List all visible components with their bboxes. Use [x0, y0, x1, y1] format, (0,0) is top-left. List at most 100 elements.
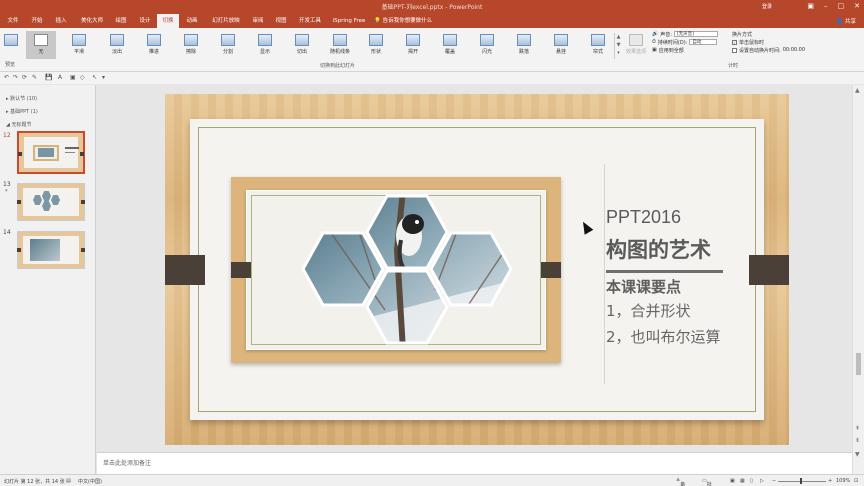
tab-review[interactable]: 审阅: [247, 14, 269, 28]
duration-input[interactable]: 自动: [689, 39, 718, 45]
gallery-scroll[interactable]: ▲ ▼ ▾: [614, 33, 622, 59]
transition-fade[interactable]: 淡出: [102, 31, 132, 59]
prev-slide-icon[interactable]: ⇞: [855, 425, 860, 432]
sound-select[interactable]: [无声音]: [673, 31, 718, 37]
transition-split-label: 分割: [222, 49, 233, 55]
transition-cover[interactable]: 覆盖: [435, 31, 465, 59]
transition-push[interactable]: 推进: [139, 31, 169, 59]
repeat-icon[interactable]: ⟳: [22, 74, 27, 81]
tell-me-text: 告诉我你想要做什么: [382, 18, 433, 24]
spellcheck-icon[interactable]: ▤: [66, 478, 71, 484]
after-checkbox[interactable]: [732, 47, 737, 53]
tab-developer[interactable]: 开发工具: [294, 14, 326, 28]
redo-icon[interactable]: ↷: [13, 74, 18, 81]
scroll-down-icon[interactable]: ▼: [855, 451, 860, 458]
tab-home[interactable]: 开始: [26, 14, 48, 28]
tab-file[interactable]: 文件: [2, 14, 24, 28]
effect-options-button[interactable]: 效果选项: [623, 31, 649, 59]
tab-view[interactable]: 视图: [270, 14, 292, 28]
sorter-view-icon[interactable]: ▦: [740, 478, 745, 484]
transition-wipe[interactable]: 擦除: [176, 31, 206, 59]
transition-morph[interactable]: 平滑: [64, 31, 94, 59]
close-icon[interactable]: ✕: [854, 2, 860, 10]
on-click-checkbox[interactable]: ✓: [732, 39, 737, 45]
tab-transitions[interactable]: 切换: [157, 14, 179, 28]
save-icon[interactable]: 💾: [45, 74, 52, 81]
section-basic-ppt[interactable]: ▸ 基础PPT (1): [6, 108, 38, 115]
slide-subtitle[interactable]: 本课课要点: [606, 276, 681, 297]
window-controls: ▣ – □ ✕: [807, 2, 860, 10]
reading-view-icon[interactable]: ▯: [750, 478, 753, 484]
section-untitled[interactable]: ◢ 无标题节: [6, 121, 31, 128]
picture-icon[interactable]: ▣: [70, 74, 76, 81]
ribbon-display-icon[interactable]: ▣: [807, 2, 814, 10]
transition-none[interactable]: 无: [26, 31, 56, 59]
fit-to-window-icon[interactable]: ⊡: [854, 478, 858, 484]
transition-split[interactable]: 分割: [213, 31, 243, 59]
slideshow-view-icon[interactable]: ▷: [760, 478, 764, 484]
tab-design[interactable]: 设计: [134, 14, 156, 28]
pointer-icon[interactable]: ↖: [92, 74, 97, 81]
section-default-label: 默认节 (10): [10, 96, 37, 102]
preview-button[interactable]: [2, 31, 20, 59]
login-link[interactable]: 登录: [762, 3, 772, 10]
notes-pane[interactable]: 单击此处添加备注: [97, 452, 852, 474]
comments-toggle[interactable]: ▭ 批注: [702, 478, 712, 486]
slide-title[interactable]: 构图的艺术: [606, 234, 711, 264]
tab-animations[interactable]: 动画: [181, 14, 203, 28]
share-button[interactable]: 👤 共享: [836, 17, 856, 25]
tab-insert[interactable]: 插入: [50, 14, 72, 28]
hexagon-photo-collage[interactable]: [285, 190, 515, 350]
tab-draw[interactable]: 绘图: [110, 14, 132, 28]
transition-random-bars[interactable]: 随机线条: [322, 31, 358, 59]
transition-curtains[interactable]: 帘式: [583, 31, 613, 59]
format-painter-icon[interactable]: ✎: [32, 74, 37, 81]
transition-cut[interactable]: 切出: [287, 31, 317, 59]
bullet-point-1[interactable]: 1，合并形状: [606, 300, 691, 321]
normal-view-icon[interactable]: ▣: [730, 478, 735, 484]
next-slide-icon[interactable]: ⇟: [855, 437, 860, 444]
tell-me-search[interactable]: 💡 告诉我你想要做什么: [374, 14, 464, 28]
transition-group-label: 切换到此幻灯片: [320, 63, 356, 69]
maximize-icon[interactable]: □: [838, 2, 845, 10]
slide-english-title[interactable]: PPT2016: [606, 207, 681, 228]
zoom-in-icon[interactable]: +: [828, 478, 832, 484]
notes-toggle-label: 备注: [680, 482, 686, 486]
zoom-slider-knob[interactable]: [800, 478, 802, 484]
apply-all-button[interactable]: 应用到全部: [659, 47, 684, 54]
transition-uncover[interactable]: 揭开: [398, 31, 428, 59]
slide-thumbnail-14[interactable]: [17, 231, 85, 269]
tab-beautify[interactable]: 美化大师: [74, 14, 110, 28]
undo-icon[interactable]: ↶: [4, 74, 9, 81]
transition-fall-over[interactable]: 跌落: [509, 31, 539, 59]
tab-ispring[interactable]: iSpring Free: [328, 14, 370, 28]
zoom-slider[interactable]: [778, 481, 826, 482]
zoom-out-icon[interactable]: −: [772, 478, 776, 484]
notes-toggle[interactable]: ≜ 备注: [676, 478, 685, 486]
scroll-up-icon[interactable]: ▲: [855, 87, 860, 94]
font-color-icon[interactable]: A: [58, 74, 62, 81]
section-default[interactable]: ▸ 默认节 (10): [6, 95, 37, 102]
slide-12[interactable]: PPT2016 构图的艺术 本课课要点 1，合并形状 2，也叫布尔运算: [165, 94, 789, 445]
shape-tool-icon[interactable]: ◇: [80, 74, 85, 81]
language-indicator[interactable]: 中文(中国): [78, 478, 102, 485]
slide-thumbnail-12[interactable]: [17, 131, 85, 174]
transition-shape-label: 形状: [370, 49, 381, 55]
transition-reveal[interactable]: 显示: [250, 31, 280, 59]
cut-icon: [295, 34, 309, 46]
customize-qat-icon[interactable]: ▾: [102, 74, 105, 81]
minimize-icon[interactable]: –: [824, 2, 828, 10]
zoom-level[interactable]: 109%: [836, 478, 850, 484]
tab-slideshow[interactable]: 幻灯片放映: [205, 14, 247, 28]
transition-drape[interactable]: 悬挂: [546, 31, 576, 59]
frame-left-tab: [231, 262, 251, 278]
transition-fall-over-label: 跌落: [518, 49, 529, 55]
transition-flash[interactable]: 闪光: [472, 31, 502, 59]
bullet-point-2[interactable]: 2，也叫布尔运算: [606, 326, 721, 347]
right-edge-tab: [749, 255, 789, 285]
vertical-scrollbar[interactable]: ▲ ⇞ ⇟ ▼: [852, 85, 864, 474]
transition-shape[interactable]: 形状: [361, 31, 391, 59]
after-time-input[interactable]: 00:00.00: [783, 47, 811, 53]
slide-thumbnail-13[interactable]: [17, 183, 85, 221]
scroll-thumb[interactable]: [856, 353, 861, 375]
